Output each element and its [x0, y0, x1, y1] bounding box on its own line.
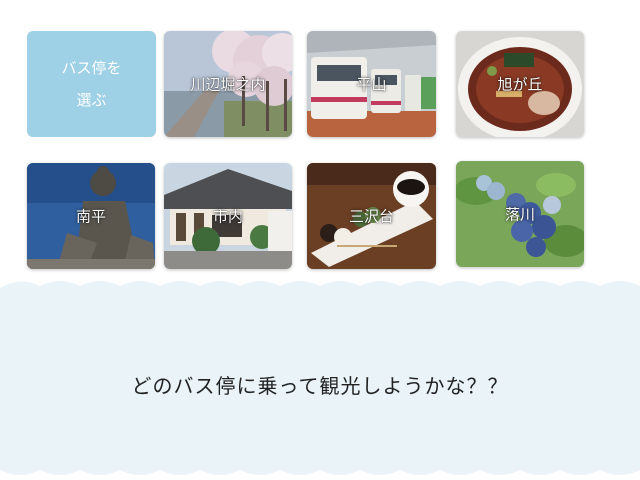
stop-tile-ichinai[interactable]: 市内 [164, 163, 292, 269]
stop-label: 三沢台 [348, 207, 394, 226]
stop-label: 落川 [504, 205, 535, 224]
stop-label: 旭が丘 [497, 75, 543, 94]
intro-line-2: 選ぶ [76, 91, 107, 109]
stop-label: 川辺堀之内 [190, 75, 266, 94]
question-text: どのバス停に乗って観光しようかな？？ [131, 374, 509, 398]
stop-tile-kawabe-horinouchi[interactable]: 川辺堀之内 [164, 31, 292, 137]
stop-tile-asahigaoka[interactable]: 旭が丘 [456, 31, 584, 137]
stop-label: 南平 [75, 207, 106, 226]
stop-label: 平山 [356, 75, 387, 94]
stop-label: 市内 [212, 207, 243, 226]
stop-tile-ochikawa[interactable]: 落川 [456, 161, 584, 267]
intro-line-1: バス停を [61, 59, 122, 77]
stop-tile-misawadai[interactable]: 三沢台 [307, 163, 436, 269]
stop-tile-hirayama[interactable]: 平山 [307, 31, 436, 137]
stop-tile-minamidaira[interactable]: 南平 [27, 163, 155, 269]
choose-bus-stop-tile: バス停を 選ぶ [27, 31, 156, 137]
